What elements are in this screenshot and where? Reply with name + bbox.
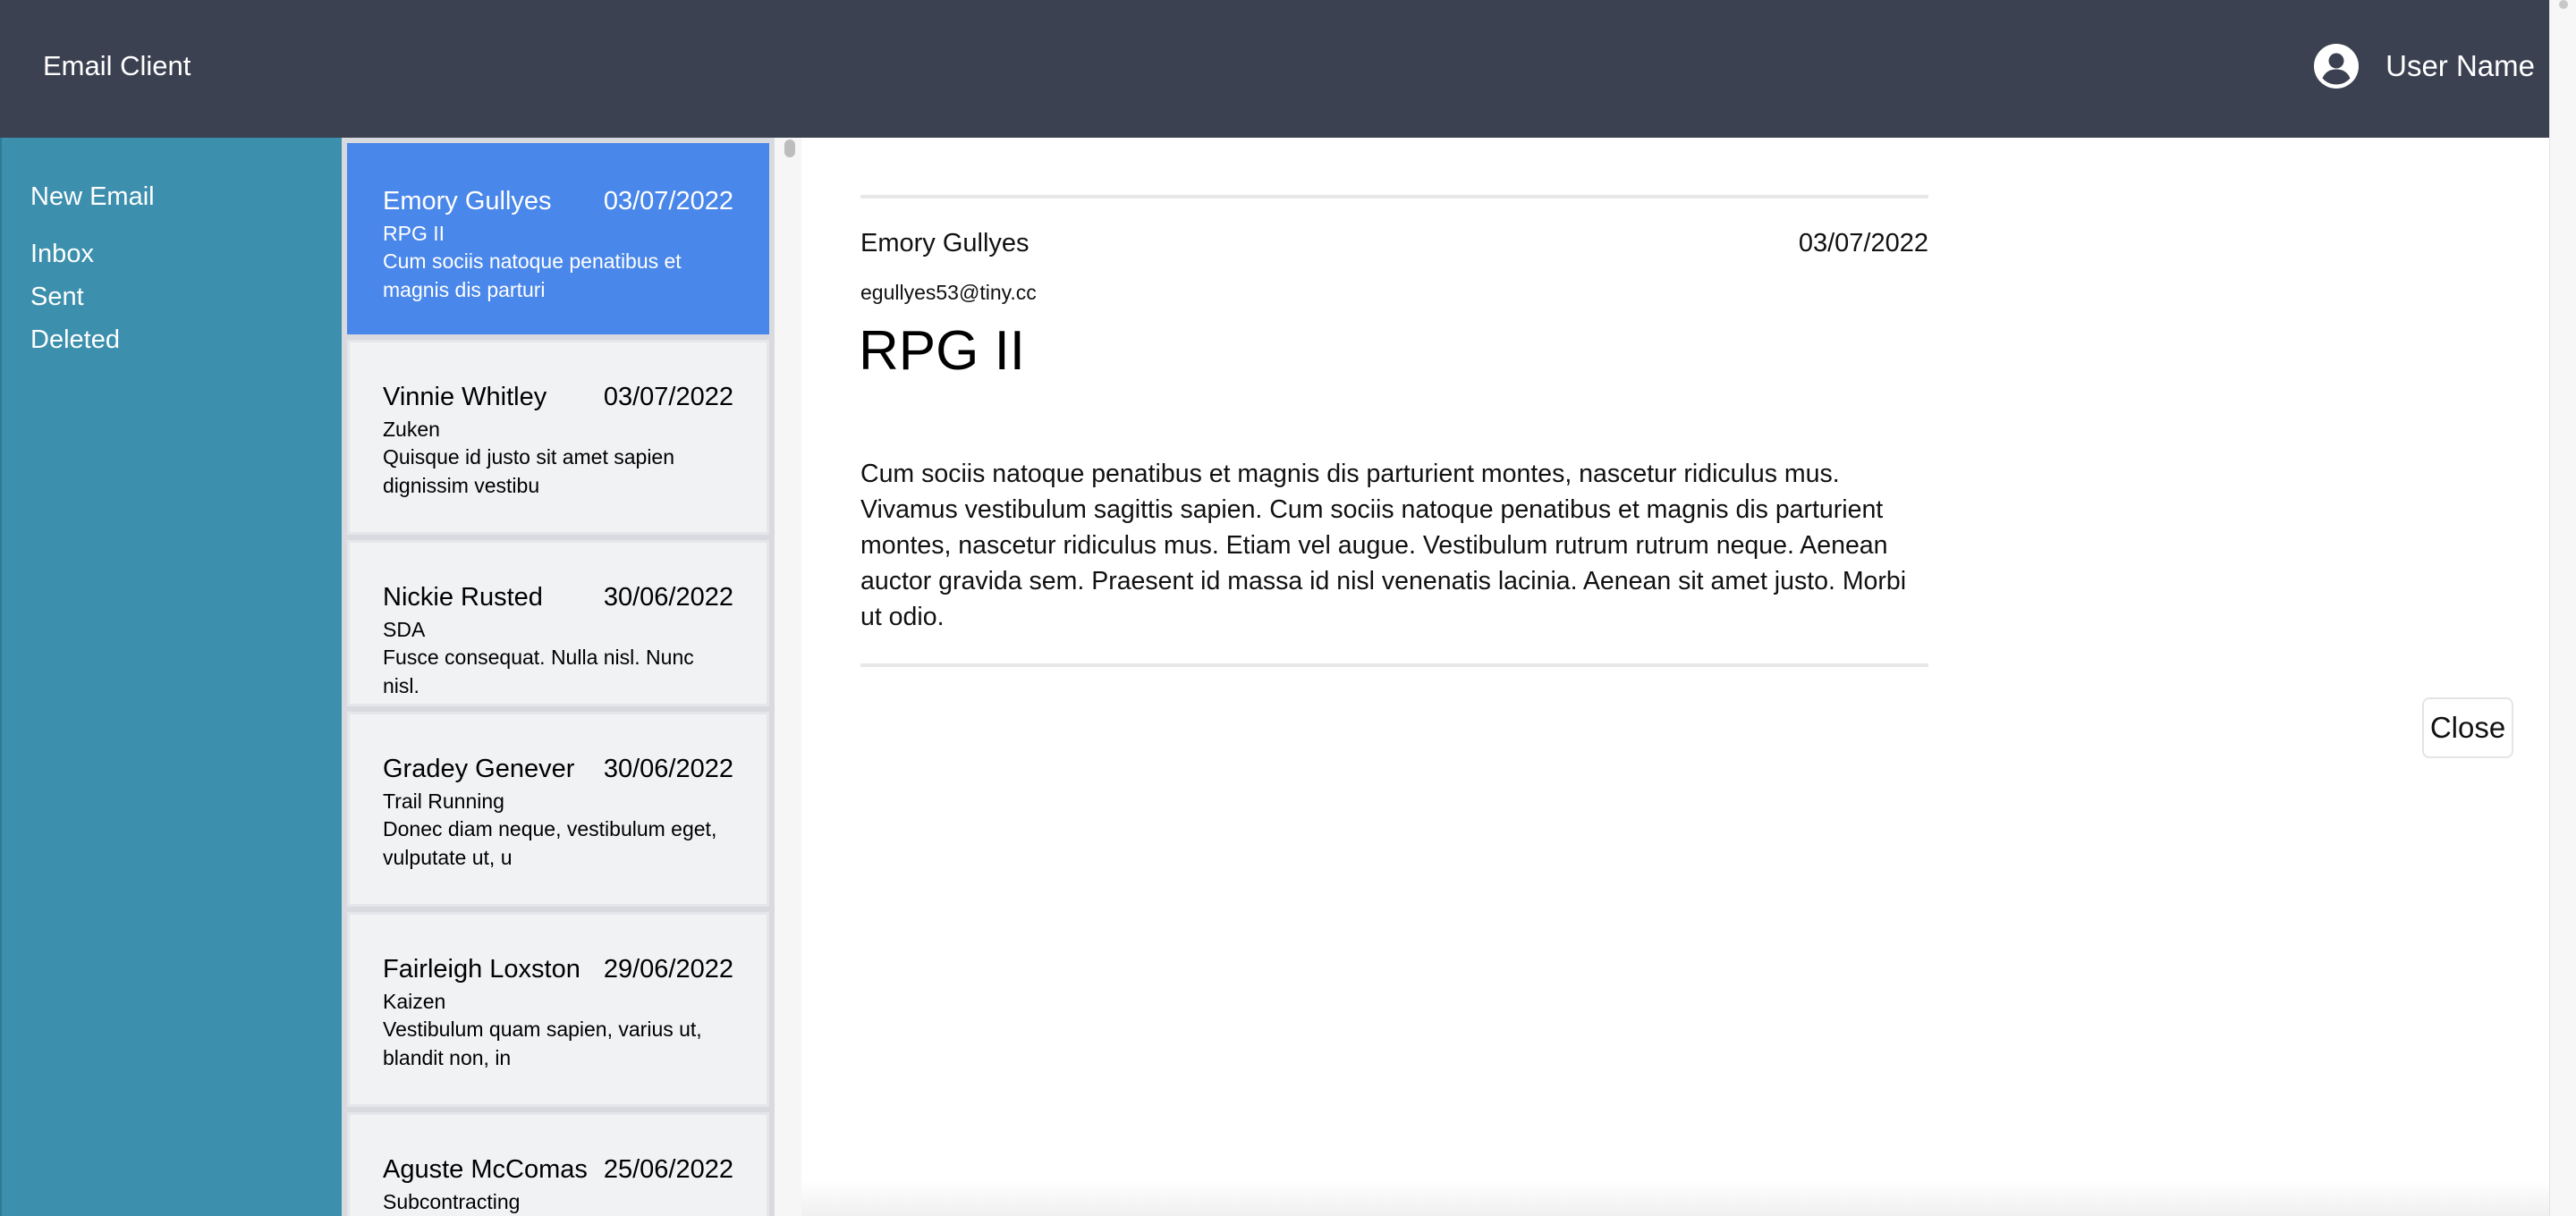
email-list-item-header: Aguste McComas 25/06/2022 — [383, 1154, 733, 1185]
email-client-app: Email Client User Name New Email Inbox S… — [0, 0, 2576, 1216]
email-list: Emory Gullyes 03/07/2022 RPG II Cum soci… — [342, 138, 775, 1216]
email-list-item[interactable]: Vinnie Whitley 03/07/2022 Zuken Quisque … — [347, 340, 769, 535]
sidebar-item-inbox[interactable]: Inbox — [30, 240, 94, 269]
email-date: 25/06/2022 — [603, 1155, 733, 1184]
email-sender: Nickie Rusted — [383, 583, 543, 612]
email-sender: Aguste McComas — [383, 1155, 588, 1184]
email-date: 29/06/2022 — [603, 955, 733, 984]
email-subject: Zuken — [383, 418, 440, 441]
email-reader: Emory Gullyes 03/07/2022 egullyes53@tiny… — [801, 138, 2549, 1216]
email-list-scrollbar[interactable] — [775, 138, 802, 1216]
email-sender: Gradey Genever — [383, 755, 575, 783]
email-list-item[interactable]: Fairleigh Loxston 29/06/2022 Kaizen Vest… — [347, 912, 769, 1107]
sidebar-item-sent[interactable]: Sent — [30, 283, 84, 312]
new-email-button[interactable]: New Email — [30, 182, 155, 212]
email-date: 03/07/2022 — [603, 383, 733, 411]
email-sender: Fairleigh Loxston — [383, 955, 580, 984]
sidebar-item-deleted[interactable]: Deleted — [30, 325, 120, 355]
top-header: Email Client User Name — [0, 0, 2549, 138]
email-list-item-header: Nickie Rusted 30/06/2022 — [383, 582, 733, 612]
email-date: 30/06/2022 — [603, 755, 733, 783]
bottom-fade — [801, 1180, 2549, 1216]
account-circle-icon[interactable] — [2314, 44, 2360, 89]
email-subject: Subcontracting — [383, 1190, 521, 1213]
email-subject: RPG II — [383, 222, 445, 245]
email-list-item-header: Vinnie Whitley 03/07/2022 — [383, 382, 733, 412]
email-preview: Vestibulum quam sapien, varius ut, bland… — [383, 1018, 702, 1069]
reader-date: 03/07/2022 — [1798, 229, 1928, 258]
email-list-item-header: Gradey Genever 30/06/2022 — [383, 754, 733, 784]
email-date: 30/06/2022 — [603, 583, 733, 612]
reader-sender-name: Emory Gullyes — [860, 229, 1030, 258]
email-sender: Emory Gullyes — [383, 187, 552, 215]
email-preview: Donec diam neque, vestibulum eget, vulpu… — [383, 817, 717, 869]
divider — [860, 663, 1928, 667]
email-list-item[interactable]: Emory Gullyes 03/07/2022 RPG II Cum soci… — [347, 143, 769, 334]
email-list-item-header: Emory Gullyes 03/07/2022 — [383, 186, 733, 216]
user-menu[interactable]: User Name — [2314, 41, 2535, 91]
close-button[interactable]: Close — [2422, 697, 2513, 758]
page-scrollbar-thumb[interactable] — [2559, 0, 2568, 9]
page-scrollbar[interactable] — [2549, 0, 2576, 1216]
email-list-item[interactable]: Gradey Genever 30/06/2022 Trail Running … — [347, 712, 769, 907]
email-date: 03/07/2022 — [603, 187, 733, 215]
reader-sender-email: egullyes53@tiny.cc — [860, 281, 1037, 304]
divider — [860, 195, 1928, 198]
email-list-item[interactable]: Aguste McComas 25/06/2022 Subcontracting — [347, 1112, 769, 1216]
email-preview: Cum sociis natoque penatibus et magnis d… — [383, 249, 682, 301]
email-list-item-header: Fairleigh Loxston 29/06/2022 — [383, 954, 733, 984]
sidebar: New Email Inbox Sent Deleted — [0, 138, 342, 1216]
email-preview: Quisque id justo sit amet sapien digniss… — [383, 445, 675, 497]
email-preview: Fusce consequat. Nulla nisl. Nunc nisl. — [383, 646, 694, 697]
email-list-item[interactable]: Nickie Rusted 30/06/2022 SDA Fusce conse… — [347, 540, 769, 706]
email-subject: SDA — [383, 618, 426, 641]
email-subject: Trail Running — [383, 790, 504, 813]
email-list-scrollbar-thumb[interactable] — [784, 139, 795, 157]
app-title: Email Client — [43, 50, 191, 81]
email-sender: Vinnie Whitley — [383, 383, 547, 411]
reader-body: Cum sociis natoque penatibus et magnis d… — [860, 460, 1907, 631]
user-name[interactable]: User Name — [2385, 49, 2535, 83]
email-subject: Kaizen — [383, 990, 446, 1013]
reader-subject: RPG II — [859, 320, 1026, 382]
